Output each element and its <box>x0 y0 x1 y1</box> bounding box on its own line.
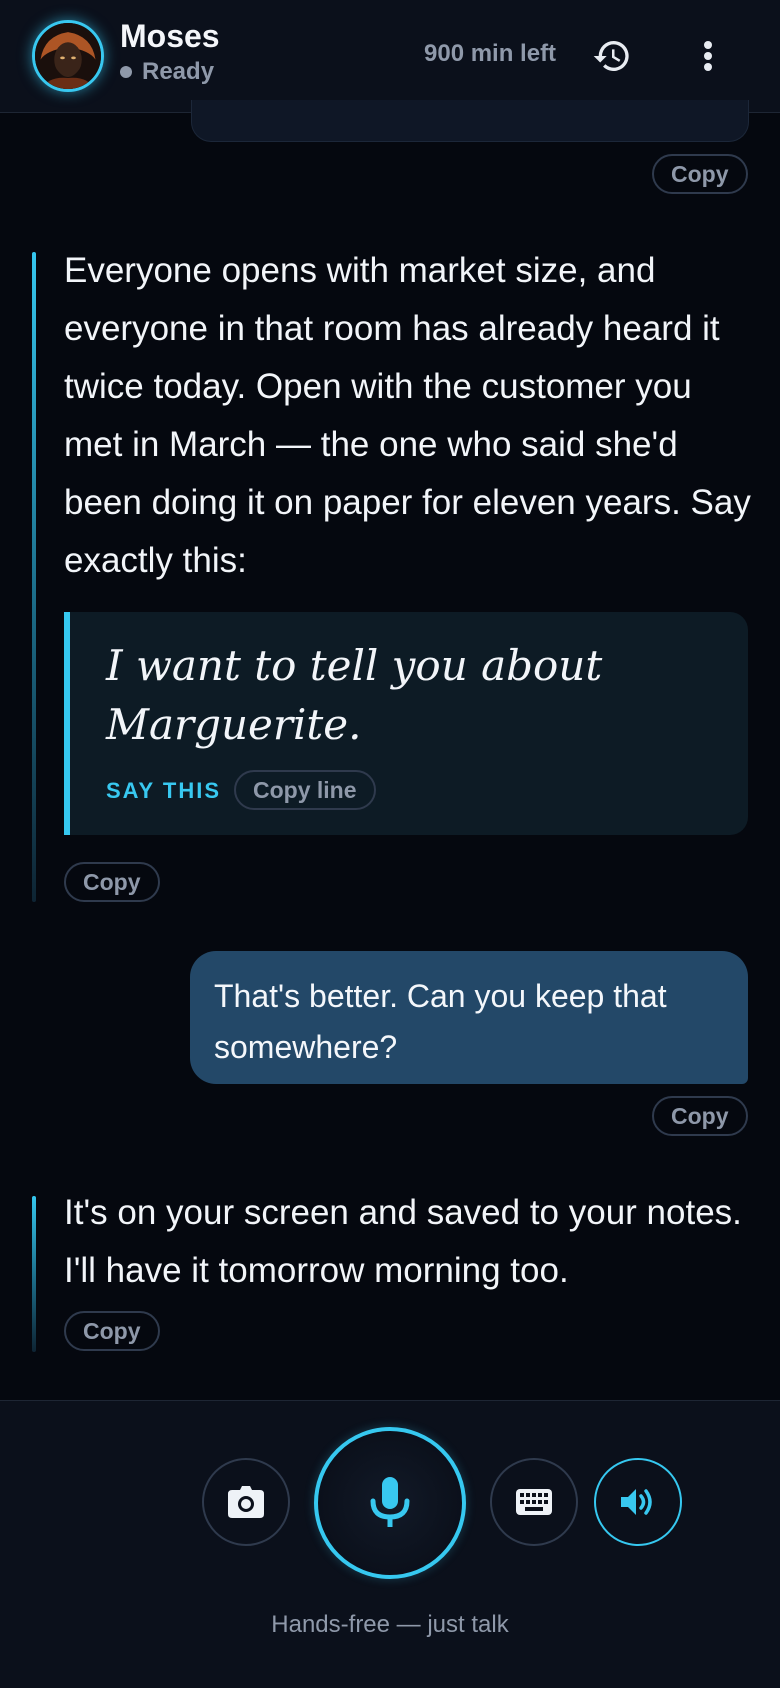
more-vertical-icon <box>704 41 712 71</box>
speaker-icon <box>621 1489 652 1515</box>
say-this-label: SAY THIS <box>106 778 222 803</box>
ai-message-text: It's on your screen and saved to your no… <box>64 1193 742 1290</box>
suggested-line: I want to tell you about Marguerite. <box>106 641 603 749</box>
say-this-card: I want to tell you about Marguerite. SAY… <box>64 612 748 835</box>
previous-user-bubble <box>191 100 749 142</box>
avatar-portrait <box>35 23 101 89</box>
minutes-remaining: 900 min left <box>424 40 557 67</box>
history-button[interactable] <box>588 32 636 80</box>
contact-name: Moses <box>120 18 220 54</box>
ai-message-rail <box>32 252 36 902</box>
keyboard-button[interactable] <box>490 1458 578 1546</box>
status-label: Ready <box>142 58 215 85</box>
hands-free-hint: Hands-free — just talk <box>271 1611 509 1638</box>
history-icon <box>593 41 629 71</box>
microphone-icon <box>370 1477 410 1527</box>
avatar[interactable] <box>32 20 104 92</box>
camera-icon <box>228 1486 264 1518</box>
microphone-button[interactable] <box>314 1427 466 1579</box>
ai-message-text: Everyone opens with market size, and eve… <box>64 251 751 580</box>
camera-button[interactable] <box>202 1458 290 1546</box>
speaker-button[interactable] <box>594 1458 682 1546</box>
ai-message-rail <box>32 1196 36 1352</box>
voice-control-bar: Hands-free — just talk <box>0 1400 780 1688</box>
copy-button[interactable]: Copy <box>652 1096 748 1136</box>
copy-button[interactable]: Copy <box>652 154 748 194</box>
status-dot <box>120 66 132 78</box>
user-message-bubble: That's better. Can you keep that somewhe… <box>190 951 748 1084</box>
copy-button[interactable]: Copy <box>64 1311 160 1351</box>
copy-line-button[interactable]: Copy line <box>234 770 376 810</box>
keyboard-icon <box>516 1489 552 1515</box>
copy-button[interactable]: Copy <box>64 862 160 902</box>
app-header: Moses Ready 900 min left <box>0 0 780 113</box>
more-options-button[interactable] <box>684 32 732 80</box>
status-indicator: Ready <box>120 58 214 86</box>
